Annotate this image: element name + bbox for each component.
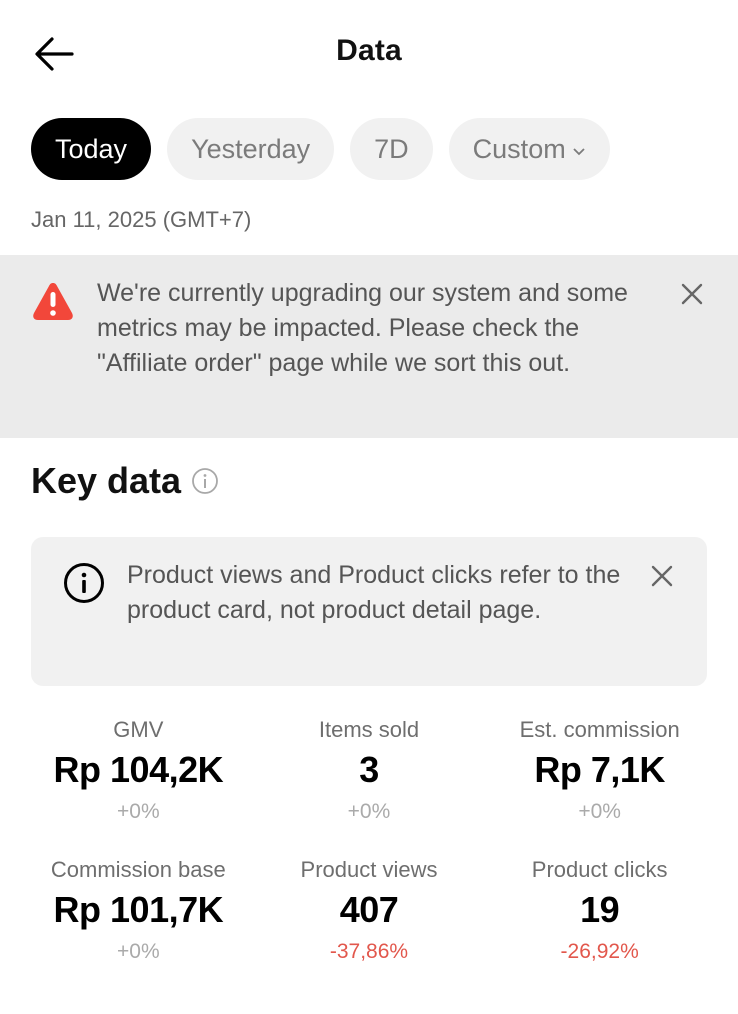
date-range-tabs: Today Yesterday 7D Custom (31, 118, 610, 180)
metric-label: Est. commission (519, 717, 680, 742)
metric-label: Product clicks (531, 857, 668, 882)
metric-value: 407 (339, 889, 399, 930)
tab-label: Custom (472, 133, 566, 164)
metric-items-sold[interactable]: Items sold 3 +0% (254, 715, 485, 829)
metric-value: Rp 104,2K (53, 749, 224, 790)
tab-custom[interactable]: Custom (448, 118, 610, 180)
header: Data (0, 0, 738, 105)
metric-change: +0% (347, 800, 391, 823)
info-circle-icon (64, 563, 104, 603)
date-label: Jan 11, 2025 (GMT+7) (31, 207, 252, 232)
metrics-grid: GMV Rp 104,2K +0% Items sold 3 +0% Est. … (23, 715, 715, 969)
warning-triangle-icon (33, 283, 73, 320)
tab-label: Today (55, 133, 128, 164)
info-notice-text: Product views and Product clicks refer t… (127, 561, 621, 624)
metric-value: 3 (359, 749, 379, 790)
key-data-heading: Key data (31, 460, 219, 502)
metric-change: -37,86% (329, 940, 409, 963)
info-circle-icon[interactable] (191, 467, 219, 495)
key-data-title: Key data (31, 460, 182, 501)
metric-value: Rp 7,1K (534, 749, 665, 790)
metric-label: GMV (113, 717, 164, 742)
tab-7d[interactable]: 7D (350, 118, 433, 180)
metric-est-commission[interactable]: Est. commission Rp 7,1K +0% (484, 715, 715, 829)
metric-change: +0% (117, 940, 160, 963)
close-icon (681, 283, 703, 305)
metric-change: -26,92% (560, 940, 639, 963)
tab-yesterday[interactable]: Yesterday (167, 118, 335, 180)
tab-today[interactable]: Today (31, 118, 152, 180)
warning-message: We're currently upgrading our system and… (97, 279, 628, 377)
metric-gmv[interactable]: GMV Rp 104,2K +0% (23, 715, 254, 829)
metric-change: +0% (578, 800, 621, 823)
metric-change: +0% (117, 800, 160, 823)
metric-product-clicks[interactable]: Product clicks 19 -26,92% (484, 855, 715, 969)
info-close-button[interactable] (648, 562, 676, 590)
metric-value: Rp 101,7K (53, 889, 224, 930)
metric-value: 19 (580, 889, 620, 930)
metric-product-views[interactable]: Product views 407 -37,86% (254, 855, 485, 969)
close-icon (651, 565, 673, 587)
metric-label: Product views (300, 857, 438, 882)
warning-close-button[interactable] (678, 280, 706, 308)
chevron-down-icon (573, 148, 585, 156)
tab-label: 7D (374, 133, 409, 164)
metric-label: Commission base (50, 857, 226, 882)
page-title: Data (336, 34, 402, 67)
metric-commission-base[interactable]: Commission base Rp 101,7K +0% (23, 855, 254, 969)
metric-label: Items sold (318, 717, 420, 742)
tab-label: Yesterday (191, 133, 311, 164)
